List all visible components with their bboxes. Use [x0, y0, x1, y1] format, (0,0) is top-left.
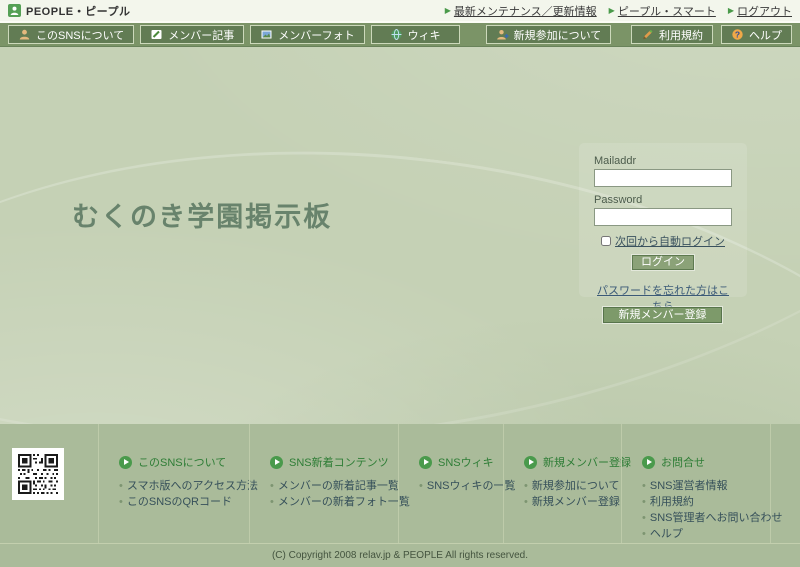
article-icon [150, 28, 163, 41]
footer-heading-register: 新規メンバー登録 [524, 454, 631, 470]
footer-link-new-photos[interactable]: • メンバーの新着フォト一覧 [270, 494, 410, 510]
nav-right-group: 利用規約 ? ヘルプ [623, 25, 792, 44]
qr-cell [0, 424, 98, 543]
qr-code [12, 448, 64, 500]
copyright-text: (C) Copyright 2008 relav.jp & PEOPLE All… [271, 550, 529, 561]
footer-link-new-articles[interactable]: • メンバーの新着記事一覧 [270, 478, 399, 494]
footer-heading-about: このSNSについて [119, 454, 249, 470]
person-icon [18, 28, 31, 41]
footer-column-register: 新規メンバー登録 • 新規参加について • 新規メンバー登録 [503, 424, 631, 543]
bullet-icon: • [524, 480, 528, 492]
auto-login-checkbox[interactable] [601, 236, 611, 246]
footer-column-wiki: SNSウィキ • SNSウィキの一覧 [398, 424, 515, 543]
footer-link-join-info[interactable]: • 新規参加について [524, 478, 621, 494]
bullet-icon: • [642, 512, 646, 524]
play-circle-icon [270, 455, 283, 469]
footer-column-contact: お問合せ • SNS運営者情報 • 利用規約 • SNS管理者へお問い合わせ • ヘルプ [621, 424, 782, 543]
main-navigation: このSNSについて メンバー記事 メンバーフォト ウィキ 新規参加について 利用… [0, 21, 800, 47]
bullet-icon: • [419, 480, 423, 492]
mailaddr-input[interactable] [594, 169, 732, 187]
footer-link-help[interactable]: • ヘルプ [642, 526, 770, 542]
bullet-icon: • [642, 528, 646, 540]
nav-new-member-info-button[interactable]: 新規参加について [485, 25, 612, 44]
play-circle-icon [419, 455, 432, 469]
nav-terms-button[interactable]: 利用規約 [631, 25, 713, 44]
footer-column-about: このSNSについて • スマホ版へのアクセス方法 • このSNSのQRコード [98, 424, 258, 543]
play-circle-icon [642, 455, 655, 469]
login-button[interactable]: ログイン [632, 255, 694, 270]
play-circle-icon [119, 455, 132, 469]
help-icon: ? [731, 28, 744, 41]
photo-icon [260, 28, 273, 41]
bullet-icon: • [270, 480, 274, 492]
footer-heading-new-contents: SNS新着コンテンツ [270, 454, 398, 470]
password-input[interactable] [594, 208, 732, 226]
nav-member-photos-button[interactable]: メンバーフォト [250, 25, 365, 44]
password-label: Password [594, 194, 643, 206]
footer-link-operator-info[interactable]: • SNS運営者情報 [642, 478, 770, 494]
maintenance-info-link[interactable]: ▶ 最新メンテナンス／更新情報 [445, 3, 597, 19]
bullet-icon: • [119, 496, 123, 508]
nav-wiki-button[interactable]: ウィキ [370, 25, 460, 44]
arrow-right-icon: ▶ [608, 5, 615, 15]
footer: このSNSについて • スマホ版へのアクセス方法 • このSNSのQRコード SNS… [0, 424, 800, 543]
site-title: PEOPLE・ピープル [26, 5, 131, 18]
register-member-button[interactable]: 新規メンバー登録 [603, 307, 722, 323]
footer-heading-wiki: SNSウィキ [419, 454, 503, 470]
bullet-icon: • [642, 480, 646, 492]
footer-link-wiki-list[interactable]: • SNSウィキの一覧 [419, 478, 515, 494]
auto-login-row: 次回から自動ログイン [594, 233, 732, 249]
main-content: むくのき学園掲示板 Mailaddr Password 次回から自動ログイン ロ… [0, 47, 800, 424]
footer-link-register[interactable]: • 新規メンバー登録 [524, 494, 621, 510]
nav-member-articles-button[interactable]: メンバー記事 [140, 25, 245, 44]
person-add-icon [496, 28, 509, 41]
copyright-bar: (C) Copyright 2008 relav.jp & PEOPLE All… [0, 543, 800, 567]
svg-text:?: ? [735, 29, 740, 39]
site-logo: PEOPLE・ピープル [8, 3, 130, 19]
footer-link-qr-code[interactable]: • このSNSのQRコード [119, 494, 249, 510]
auto-login-label[interactable]: 次回から自動ログイン [615, 233, 725, 249]
bullet-icon: • [270, 496, 274, 508]
bullet-icon: • [642, 496, 646, 508]
arrow-right-icon: ▶ [444, 5, 451, 15]
footer-link-terms[interactable]: • 利用規約 [642, 494, 770, 510]
footer-link-contact-admin[interactable]: • SNS管理者へお問い合わせ [642, 510, 782, 526]
topbar-links: ▶ 最新メンテナンス／更新情報 ▶ ピープル・スマート ▶ ログアウト [445, 3, 792, 19]
pencil-icon [641, 28, 654, 41]
arrow-right-icon: ▶ [727, 5, 734, 15]
nav-about-sns-button[interactable]: このSNSについて [8, 25, 135, 44]
footer-column-new-contents: SNS新着コンテンツ • メンバーの新着記事一覧 • メンバーの新着フォト一覧 [249, 424, 410, 543]
nav-help-button[interactable]: ? ヘルプ [721, 25, 792, 44]
play-circle-icon [524, 455, 537, 469]
mailaddr-label: Mailaddr [594, 155, 637, 167]
top-utility-bar: PEOPLE・ピープル ▶ 最新メンテナンス／更新情報 ▶ ピープル・スマート … [0, 0, 800, 21]
page-title: むくのき学園掲示板 [72, 202, 333, 232]
footer-link-mobile-access[interactable]: • スマホ版へのアクセス方法 [119, 478, 258, 494]
login-panel: Mailaddr Password 次回から自動ログイン ログイン パスワードを… [579, 143, 747, 313]
people-logo-icon [8, 4, 21, 17]
bullet-icon: • [524, 496, 528, 508]
logout-link[interactable]: ▶ ログアウト [728, 3, 792, 19]
people-smart-link[interactable]: ▶ ピープル・スマート [609, 3, 716, 19]
globe-icon [390, 28, 403, 41]
bullet-icon: • [119, 480, 123, 492]
footer-heading-contact: お問合せ [642, 454, 770, 470]
